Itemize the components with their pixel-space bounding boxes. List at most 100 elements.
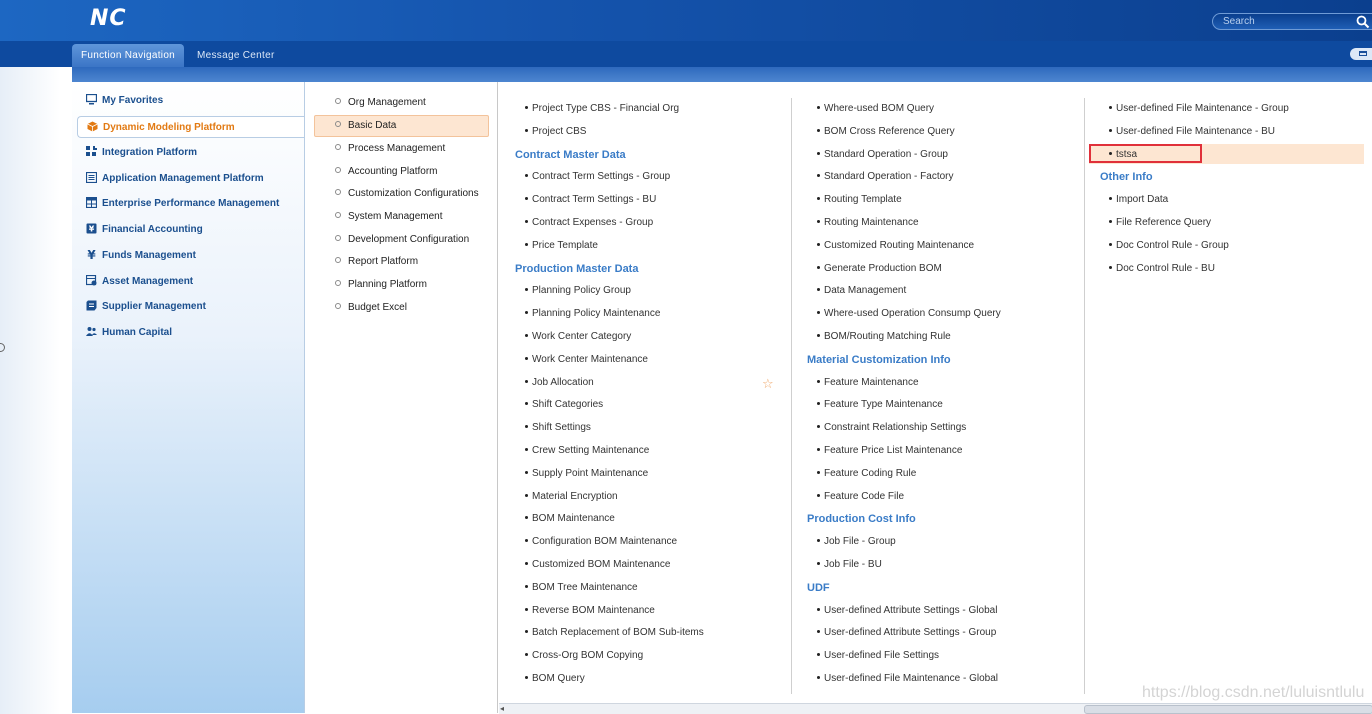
function-item[interactable]: Feature Maintenance [817, 374, 919, 392]
function-item[interactable]: Shift Categories [525, 396, 603, 414]
subnav-item-process-management[interactable]: Process Management [335, 139, 445, 159]
function-item[interactable]: Feature Type Maintenance [817, 396, 943, 414]
function-item[interactable]: Constraint Relationship Settings [817, 419, 966, 437]
function-item[interactable]: User-defined File Settings [817, 647, 939, 665]
sidebar-item-integration-platform[interactable]: Integration Platform [86, 142, 296, 164]
function-item[interactable]: BOM Tree Maintenance [525, 579, 638, 597]
horizontal-scrollbar[interactable]: ◂ [499, 703, 1372, 714]
supplier-icon [86, 300, 97, 311]
sidebar-item-label: Funds Management [102, 250, 196, 261]
function-item[interactable]: Feature Coding Rule [817, 465, 916, 483]
ring-icon [0, 343, 5, 352]
tab-bar: Function Navigation Message Center [0, 41, 1372, 67]
function-item[interactable]: Work Center Category [525, 328, 631, 346]
function-item[interactable]: Work Center Maintenance [525, 351, 648, 369]
sidebar-item-label: Supplier Management [102, 301, 206, 312]
function-item[interactable]: Doc Control Rule - Group [1109, 237, 1229, 255]
top-bar: NC [0, 0, 1372, 41]
sidebar-item-asset-management[interactable]: Asset Management [86, 271, 296, 293]
function-item[interactable]: Import Data [1109, 191, 1168, 209]
function-item[interactable]: Shift Settings [525, 419, 591, 437]
function-item[interactable]: Where-used Operation Consump Query [817, 305, 1001, 323]
function-item[interactable]: Planning Policy Group [525, 282, 631, 300]
function-item[interactable]: Contract Term Settings - Group [525, 168, 670, 186]
search-icon[interactable] [1356, 15, 1370, 29]
function-item[interactable]: Contract Term Settings - BU [525, 191, 656, 209]
section-heading: Material Customization Info [807, 354, 951, 366]
function-item[interactable]: Cross-Org BOM Copying [525, 647, 643, 665]
function-item[interactable]: Configuration BOM Maintenance [525, 533, 677, 551]
function-item[interactable]: Routing Template [817, 191, 902, 209]
function-item[interactable]: Project CBS [525, 123, 586, 141]
integration-icon [86, 146, 97, 156]
function-item[interactable]: File Reference Query [1109, 214, 1211, 232]
function-item[interactable]: Feature Price List Maintenance [817, 442, 962, 460]
function-item[interactable]: Feature Code File [817, 488, 904, 506]
function-item[interactable]: Batch Replacement of BOM Sub-items [525, 624, 704, 642]
function-item[interactable]: BOM Cross Reference Query [817, 123, 955, 141]
function-item[interactable]: Customized BOM Maintenance [525, 556, 670, 574]
function-item[interactable]: Supply Point Maintenance [525, 465, 648, 483]
function-item[interactable]: User-defined Attribute Settings - Group [817, 624, 996, 642]
function-item[interactable]: BOM Query [525, 670, 585, 688]
sidebar-item-supplier-management[interactable]: Supplier Management [86, 296, 296, 318]
function-item[interactable]: Standard Operation - Factory [817, 168, 954, 186]
function-item[interactable]: Job File - Group [817, 533, 896, 551]
window-restore-icon[interactable] [1350, 48, 1372, 60]
function-item[interactable]: Price Template [525, 237, 598, 255]
function-item[interactable]: User-defined File Maintenance - BU [1109, 123, 1275, 141]
function-item[interactable]: Doc Control Rule - BU [1109, 260, 1215, 278]
svg-text:¥: ¥ [89, 225, 95, 234]
function-item[interactable]: User-defined File Maintenance - Group [1109, 100, 1289, 118]
function-item[interactable]: Where-used BOM Query [817, 100, 934, 118]
section-heading: Production Cost Info [807, 513, 916, 525]
search-input[interactable] [1223, 14, 1343, 29]
sidebar-item-financial-accounting[interactable]: ¥ Financial Accounting [86, 219, 296, 241]
sidebar-item-label: Asset Management [102, 276, 194, 287]
function-item[interactable]: User-defined Attribute Settings - Global [817, 602, 997, 620]
function-item[interactable]: Generate Production BOM [817, 260, 942, 278]
subnav-item-org-management[interactable]: Org Management [335, 93, 426, 113]
subnav-item-planning-platform[interactable]: Planning Platform [335, 275, 427, 295]
function-item[interactable]: Planning Policy Maintenance [525, 305, 660, 323]
function-item[interactable]: Reverse BOM Maintenance [525, 602, 655, 620]
cube-icon [87, 121, 98, 132]
sidebar-item-dynamic-modeling-platform[interactable]: Dynamic Modeling Platform [77, 116, 304, 138]
subnav-item-development-configuration[interactable]: Development Configuration [335, 230, 469, 250]
function-item[interactable]: Data Management [817, 282, 906, 300]
subnav-item-accounting-platform[interactable]: Accounting Platform [335, 162, 438, 182]
subnav-panel: Org Management Basic Data Process Manage… [305, 82, 497, 713]
function-item[interactable]: Routing Maintenance [817, 214, 919, 232]
function-item[interactable]: Contract Expenses - Group [525, 214, 653, 232]
function-item[interactable]: Material Encryption [525, 488, 618, 506]
subnav-item-system-management[interactable]: System Management [335, 207, 443, 227]
section-heading: UDF [807, 582, 830, 594]
function-item[interactable]: Job File - BU [817, 556, 882, 574]
function-item[interactable]: User-defined File Maintenance - Global [817, 670, 998, 688]
sidebar-item-my-favorites[interactable]: My Favorites [86, 90, 296, 112]
sidebar-item-label: Financial Accounting [102, 224, 203, 235]
app-grid-icon [86, 172, 97, 183]
sidebar: My Favorites Dynamic Modeling Platform I… [72, 82, 305, 713]
asset-icon [86, 275, 97, 286]
function-item[interactable]: Project Type CBS - Financial Org [525, 100, 679, 118]
subnav-item-basic-data[interactable]: Basic Data [314, 115, 489, 137]
star-icon[interactable]: ☆ [762, 377, 774, 391]
function-item[interactable]: Job Allocation [525, 374, 594, 392]
function-item[interactable]: BOM/Routing Matching Rule [817, 328, 951, 346]
sidebar-item-funds-management[interactable]: ¥ Funds Management [86, 245, 296, 267]
sidebar-item-human-capital[interactable]: Human Capital [86, 322, 296, 344]
function-item[interactable]: Customized Routing Maintenance [817, 237, 974, 255]
subnav-item-customization-configurations[interactable]: Customization Configurations [335, 184, 479, 204]
scroll-left-arrow-icon[interactable]: ◂ [500, 705, 508, 713]
subnav-item-report-platform[interactable]: Report Platform [335, 252, 418, 272]
tab-function-navigation[interactable]: Function Navigation [72, 44, 184, 67]
sidebar-item-application-management-platform[interactable]: Application Management Platform [86, 168, 296, 190]
sidebar-item-enterprise-performance-management[interactable]: Enterprise Performance Management [86, 193, 296, 215]
search-box[interactable] [1212, 13, 1372, 30]
subnav-item-budget-excel[interactable]: Budget Excel [335, 298, 407, 318]
tab-message-center[interactable]: Message Center [185, 44, 287, 67]
function-item[interactable]: BOM Maintenance [525, 510, 615, 528]
function-item[interactable]: Crew Setting Maintenance [525, 442, 649, 460]
function-item[interactable]: Standard Operation - Group [817, 146, 948, 164]
